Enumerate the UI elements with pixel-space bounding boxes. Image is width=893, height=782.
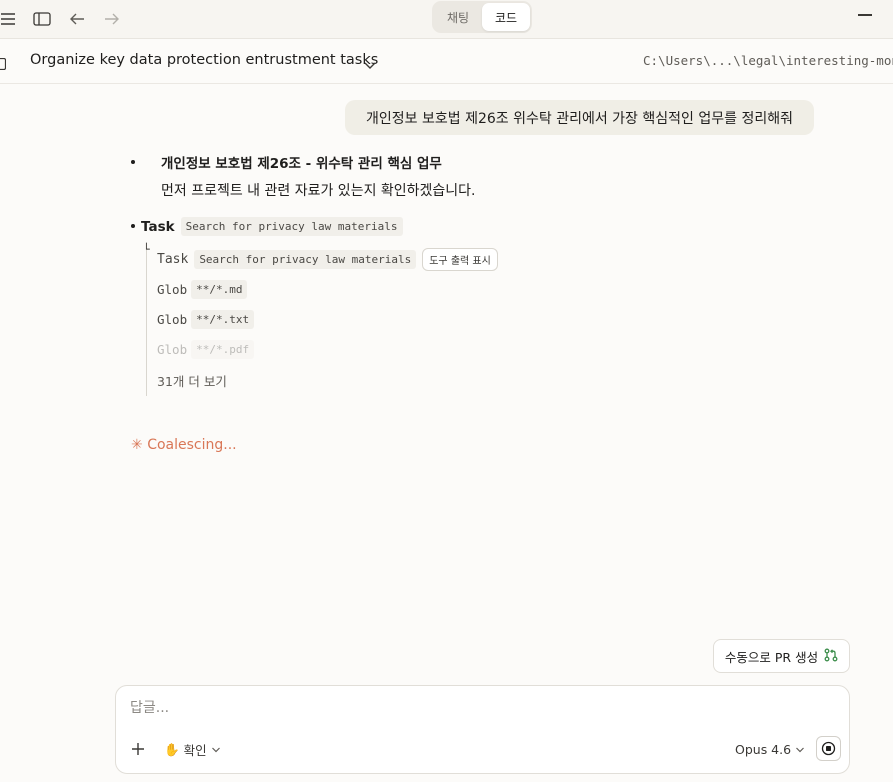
mode-switcher: 채팅 코드 xyxy=(432,1,532,33)
stop-icon xyxy=(821,741,836,756)
subtask-row[interactable]: Task Search for privacy law materials 도구… xyxy=(157,248,498,271)
tool-call-row[interactable]: Glob **/*.pdf xyxy=(157,340,255,359)
chevron-down-icon xyxy=(211,742,221,757)
forward-arrow-icon[interactable] xyxy=(102,9,122,29)
tool-pattern: **/*.pdf xyxy=(191,340,255,359)
task-description: Search for privacy law materials xyxy=(180,217,403,236)
minimize-icon[interactable] xyxy=(858,14,872,16)
tree-connector xyxy=(146,243,147,396)
tool-name: Glob xyxy=(157,342,188,357)
chevron-down-icon[interactable] xyxy=(363,56,377,69)
tree-branch-icon: └ xyxy=(143,243,150,256)
tool-pattern: **/*.md xyxy=(191,280,248,299)
user-message: 개인정보 보호법 제26조 위수탁 관리에서 가장 핵심적인 업무를 정리해줘 xyxy=(345,100,814,135)
session-header: Organize key data protection entrustment… xyxy=(0,39,893,84)
chat-panel-icon[interactable] xyxy=(0,55,7,71)
subtask-label: Task xyxy=(157,252,189,267)
task-label: Task xyxy=(141,218,175,235)
model-label: Opus 4.6 xyxy=(735,742,792,757)
show-tool-output-button[interactable]: 도구 출력 표시 xyxy=(422,248,498,271)
tool-name: Glob xyxy=(157,312,188,327)
bullet-icon xyxy=(131,160,135,164)
git-pull-request-icon xyxy=(824,648,838,665)
reply-input[interactable] xyxy=(130,700,830,716)
assistant-heading: 개인정보 보호법 제26조 - 위수탁 관리 핵심 업무 xyxy=(161,156,442,172)
show-more-link[interactable]: 31개 더 보기 xyxy=(157,371,227,390)
tool-pattern: **/*.txt xyxy=(191,310,255,329)
task-row[interactable]: Task Search for privacy law materials xyxy=(141,217,403,236)
tool-name: Glob xyxy=(157,282,188,297)
top-bar: 채팅 코드 xyxy=(0,0,893,39)
status-text: Coalescing... xyxy=(147,437,237,453)
task-bullet-icon xyxy=(131,224,135,228)
sidebar-toggle-icon[interactable] xyxy=(32,9,52,29)
permission-mode-button[interactable]: ✋ 확인 xyxy=(164,740,221,759)
session-title[interactable]: Organize key data protection entrustment… xyxy=(30,52,378,68)
create-pr-label: 수동으로 PR 생성 xyxy=(724,649,819,665)
tab-code[interactable]: 코드 xyxy=(482,3,530,31)
assistant-paragraph: 먼저 프로젝트 내 관련 자료가 있는지 확인하겠습니다. xyxy=(161,183,476,199)
message-composer: ✋ 확인 Opus 4.6 xyxy=(115,685,850,774)
add-attachment-icon[interactable] xyxy=(129,740,147,758)
tool-call-row[interactable]: Glob **/*.txt xyxy=(157,310,255,329)
tool-call-row[interactable]: Glob **/*.md xyxy=(157,280,248,299)
subtask-description: Search for privacy law materials xyxy=(194,250,417,269)
tab-chat[interactable]: 채팅 xyxy=(434,3,482,31)
hand-icon: ✋ xyxy=(164,741,180,757)
menu-icon[interactable] xyxy=(0,9,18,29)
permission-mode-label: 확인 xyxy=(183,743,207,758)
status-indicator: ✳ Coalescing... xyxy=(131,437,237,453)
create-pr-button[interactable]: 수동으로 PR 생성 xyxy=(713,639,850,673)
spinner-asterisk-icon: ✳ xyxy=(131,437,143,453)
chevron-down-icon xyxy=(795,742,805,757)
model-selector[interactable]: Opus 4.6 xyxy=(735,742,805,757)
stop-button[interactable] xyxy=(816,736,841,761)
working-directory-path[interactable]: C:\Users\...\legal\interesting-mont xyxy=(643,53,893,68)
back-arrow-icon[interactable] xyxy=(67,9,87,29)
